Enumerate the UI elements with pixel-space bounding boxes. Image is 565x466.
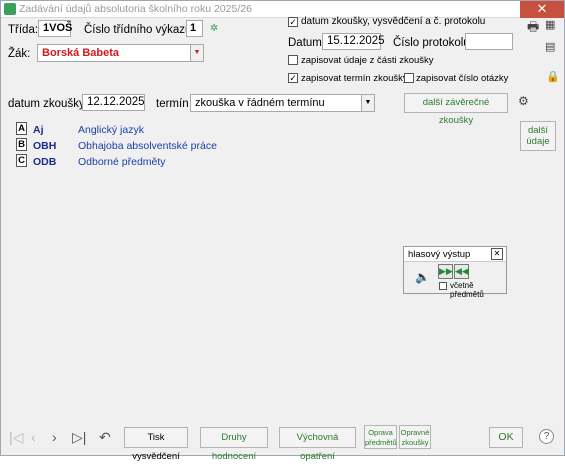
voice-panel-header: hlasový výstup ✕ xyxy=(404,247,506,262)
dalsi-zaverecne-button[interactable]: další závěrečné zkoušky xyxy=(404,93,508,126)
subject-name: Anglický jazyk xyxy=(78,124,144,136)
voice-panel-title: hlasový výstup xyxy=(408,249,471,260)
chk-otazka[interactable] xyxy=(404,73,414,83)
last-record-icon[interactable]: ▷| xyxy=(72,430,86,444)
subject-name: Obhajoba absolventské práce xyxy=(78,140,217,152)
opravne-line1: Opravné xyxy=(400,428,430,437)
dalsi-udaje-button[interactable]: další údaje xyxy=(520,121,556,151)
subject-code: OBH xyxy=(33,140,57,152)
chk-cast-zkousky-label: zapisovat údaje z části zkoušky xyxy=(301,55,434,66)
student-select[interactable]: Borská Babeta ▼ xyxy=(37,44,204,62)
close-window-button[interactable]: ✕ xyxy=(520,1,564,18)
speaker-icon[interactable]: 🔈 xyxy=(415,270,430,284)
subject-code: Aj xyxy=(33,124,44,136)
zak-label: Žák: xyxy=(8,48,31,60)
voice-output-panel: hlasový výstup ✕ 🔈 ▶▶ ◀◀ včetně předmětů xyxy=(403,246,507,299)
vykaz-value[interactable]: 1 xyxy=(186,20,203,37)
exam-datum-label: datum zkoušky xyxy=(8,98,85,110)
window-title: Zadávání údajů absolutoria školního roku… xyxy=(19,3,252,15)
chk-vcetne-predmetu-label: včetně předmětů xyxy=(450,281,484,299)
chk-termin-label: zapisovat termín zkoušky xyxy=(301,73,408,84)
vychovna-opatreni-button[interactable]: Výchovná opatření xyxy=(279,427,356,462)
tisk-vysvedceni-button[interactable]: Tisk vysvědčení xyxy=(124,427,188,462)
exam-datum-input[interactable]: 12.12.2025 xyxy=(82,94,145,111)
lock-icon[interactable]: 🔒 xyxy=(546,72,560,83)
first-record-icon[interactable]: |◁ xyxy=(9,430,23,444)
protokol-label: Číslo protokolu xyxy=(393,37,470,49)
ok-button[interactable]: OK xyxy=(489,427,523,448)
undo-icon[interactable]: ↶ xyxy=(99,430,111,444)
druhy-hodnoceni-button[interactable]: Druhy hodnocení xyxy=(200,427,268,462)
opravne-line2: zkoušky xyxy=(401,438,429,447)
chk-datum-zkousky[interactable]: ✓ xyxy=(288,17,298,27)
person-settings-icon[interactable]: ⚙ xyxy=(518,95,529,107)
datum-input[interactable]: 15.12.2025 xyxy=(322,33,385,50)
app-window: Zadávání údajů absolutoria školního roku… xyxy=(0,0,565,456)
subject-letter[interactable]: B xyxy=(16,138,27,151)
chevron-down-icon[interactable]: ▼ xyxy=(361,95,374,111)
chk-datum-zkousky-label: datum zkoušky, vysvědčení a č. protokolu xyxy=(301,16,486,27)
opravne-zkousky-button[interactable]: Opravné zkoušky xyxy=(399,425,431,449)
subject-code: ODB xyxy=(33,156,57,168)
datum-label: Datum xyxy=(288,37,322,49)
protokol-input[interactable] xyxy=(465,33,513,50)
subject-letter[interactable]: A xyxy=(16,122,27,135)
fast-forward-icon[interactable]: ▶▶ xyxy=(438,264,453,279)
termin-value: zkouška v řádném termínu xyxy=(195,97,325,109)
next-record-icon[interactable]: › xyxy=(52,430,57,444)
vykaz-label: Číslo třídního výkazu: xyxy=(84,24,195,36)
app-icon xyxy=(4,3,16,15)
settings-gear-icon[interactable]: ✲ xyxy=(210,24,218,34)
student-name: Borská Babeta xyxy=(42,47,120,59)
grid-tools-icon[interactable]: ▦ xyxy=(545,20,555,31)
chk-otazka-label: zapisovat číslo otázky xyxy=(416,73,509,84)
dalsi-udaje-line1: další xyxy=(527,125,549,136)
termin-label: termín xyxy=(156,98,189,110)
termin-select[interactable]: zkouška v řádném termínu ▼ xyxy=(190,94,375,112)
voice-panel-close-button[interactable]: ✕ xyxy=(491,248,503,260)
oprava-line1: Oprava xyxy=(368,428,393,437)
subject-name: Odborné předměty xyxy=(78,156,166,168)
chk-vcetne-predmetu[interactable] xyxy=(439,282,447,290)
previous-record-icon[interactable]: ‹ xyxy=(31,430,36,444)
chevron-down-icon[interactable]: ▼ xyxy=(190,45,203,61)
calculator-icon[interactable]: ▤ xyxy=(545,42,555,53)
help-icon[interactable]: ? xyxy=(539,429,554,444)
rewind-icon[interactable]: ◀◀ xyxy=(454,264,469,279)
oprava-predmetu-button[interactable]: Oprava předmětů xyxy=(364,425,397,449)
chk-termin[interactable]: ✓ xyxy=(288,73,298,83)
dalsi-udaje-line2: údaje xyxy=(526,136,550,147)
chk-cast-zkousky[interactable] xyxy=(288,55,298,65)
printer-icon[interactable]: 🖶 xyxy=(527,20,539,33)
trida-label: Třída: xyxy=(8,24,39,36)
subject-letter[interactable]: C xyxy=(16,154,27,167)
trida-value[interactable]: 1VOŠ xyxy=(38,20,72,37)
oprava-line2: předmětů xyxy=(365,438,397,447)
